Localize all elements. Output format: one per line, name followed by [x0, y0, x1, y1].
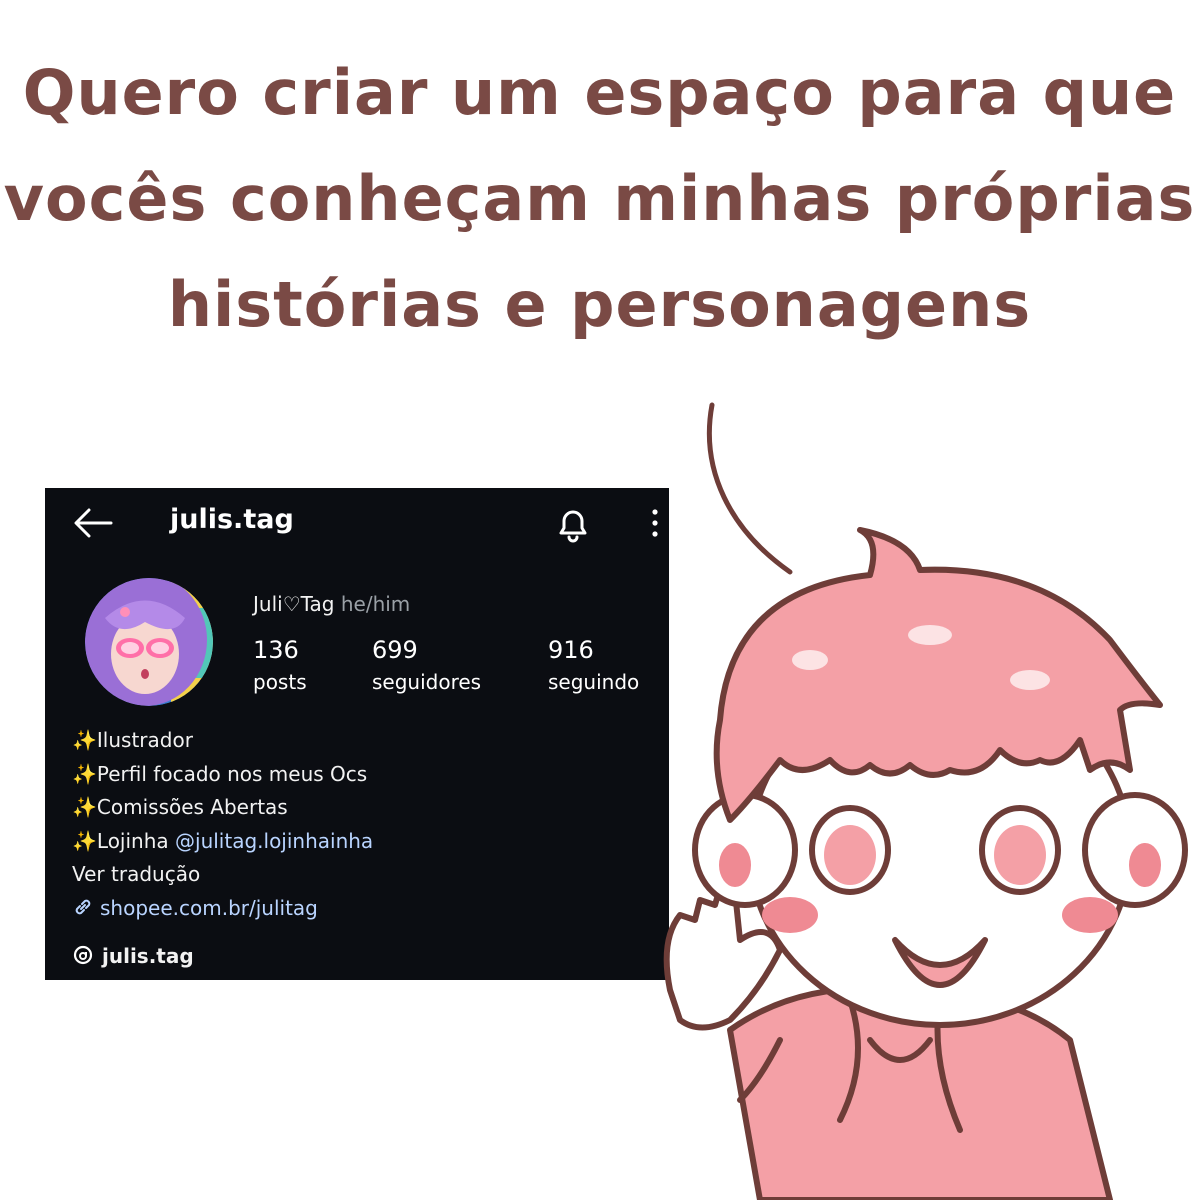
bio-text: Comissões Abertas: [96, 795, 288, 820]
bio-text: Lojinha: [96, 828, 176, 853]
shop-mention-link[interactable]: @julitag.lojinhainha: [175, 829, 373, 853]
sparkles-icon: ✨: [72, 761, 97, 786]
headline-line-3: histórias e personagens: [167, 268, 1032, 341]
website-link-row[interactable]: shopee.com.br/julitag: [72, 892, 373, 926]
stat-followers-label: seguidores: [372, 670, 482, 694]
website-link[interactable]: shopee.com.br/julitag: [100, 896, 318, 920]
headline: Quero criar um espaço para que vocês con…: [0, 40, 1199, 358]
stat-following[interactable]: 916 seguindo: [548, 636, 639, 694]
threads-handle: julis.tag: [102, 944, 194, 968]
threads-icon: [73, 945, 93, 965]
display-name-row: Juli♡Tag he/him: [253, 592, 410, 616]
display-name: Juli♡Tag: [253, 592, 335, 616]
threads-badge[interactable]: julis.tag: [72, 944, 194, 968]
character-illustration: [663, 527, 1188, 1200]
sparkles-icon: ✨: [72, 728, 97, 752]
bio-line: ✨Perfil focado nos meus Ocs: [72, 758, 373, 792]
profile-username: julis.tag: [170, 504, 294, 535]
notifications-button[interactable]: [551, 502, 595, 546]
bio-text: Ilustrador: [96, 728, 193, 752]
bio-line: ✨Lojinha @julitag.lojinhainha: [72, 825, 373, 859]
see-translation-link[interactable]: Ver tradução: [72, 858, 373, 892]
sparkles-icon: ✨: [72, 795, 97, 820]
stat-following-label: seguindo: [548, 670, 640, 694]
stat-posts-count: 136: [253, 636, 299, 664]
headline-line-1: Quero criar um espaço para que: [22, 56, 1177, 129]
bio-line: ✨Comissões Abertas: [72, 791, 373, 825]
pronouns: he/him: [340, 592, 411, 616]
sparkles-icon: ✨: [72, 828, 97, 853]
bio: ✨Ilustrador ✨Perfil focado nos meus Ocs …: [72, 724, 373, 926]
bio-line: ✨Ilustrador: [72, 724, 373, 758]
back-button[interactable]: [71, 506, 115, 540]
avatar-illustration: [85, 578, 213, 706]
avatar[interactable]: [85, 578, 213, 706]
stat-posts[interactable]: 136 posts: [253, 636, 307, 694]
stat-following-count: 916: [548, 636, 594, 664]
headline-line-2: vocês conheçam minhas próprias: [3, 162, 1196, 235]
bell-icon: [559, 510, 587, 543]
arrow-left-icon: [74, 508, 113, 538]
top-bar: julis.tag: [45, 488, 669, 558]
stat-posts-label: posts: [253, 670, 307, 694]
bio-text: Perfil focado nos meus Ocs: [96, 761, 368, 786]
stat-followers-count: 699: [372, 636, 418, 664]
profile-screenshot: julis.tag Juli♡Tag he/him 136 posts 699 …: [45, 488, 669, 980]
stat-followers[interactable]: 699 seguidores: [372, 636, 481, 694]
link-icon: [75, 899, 91, 915]
